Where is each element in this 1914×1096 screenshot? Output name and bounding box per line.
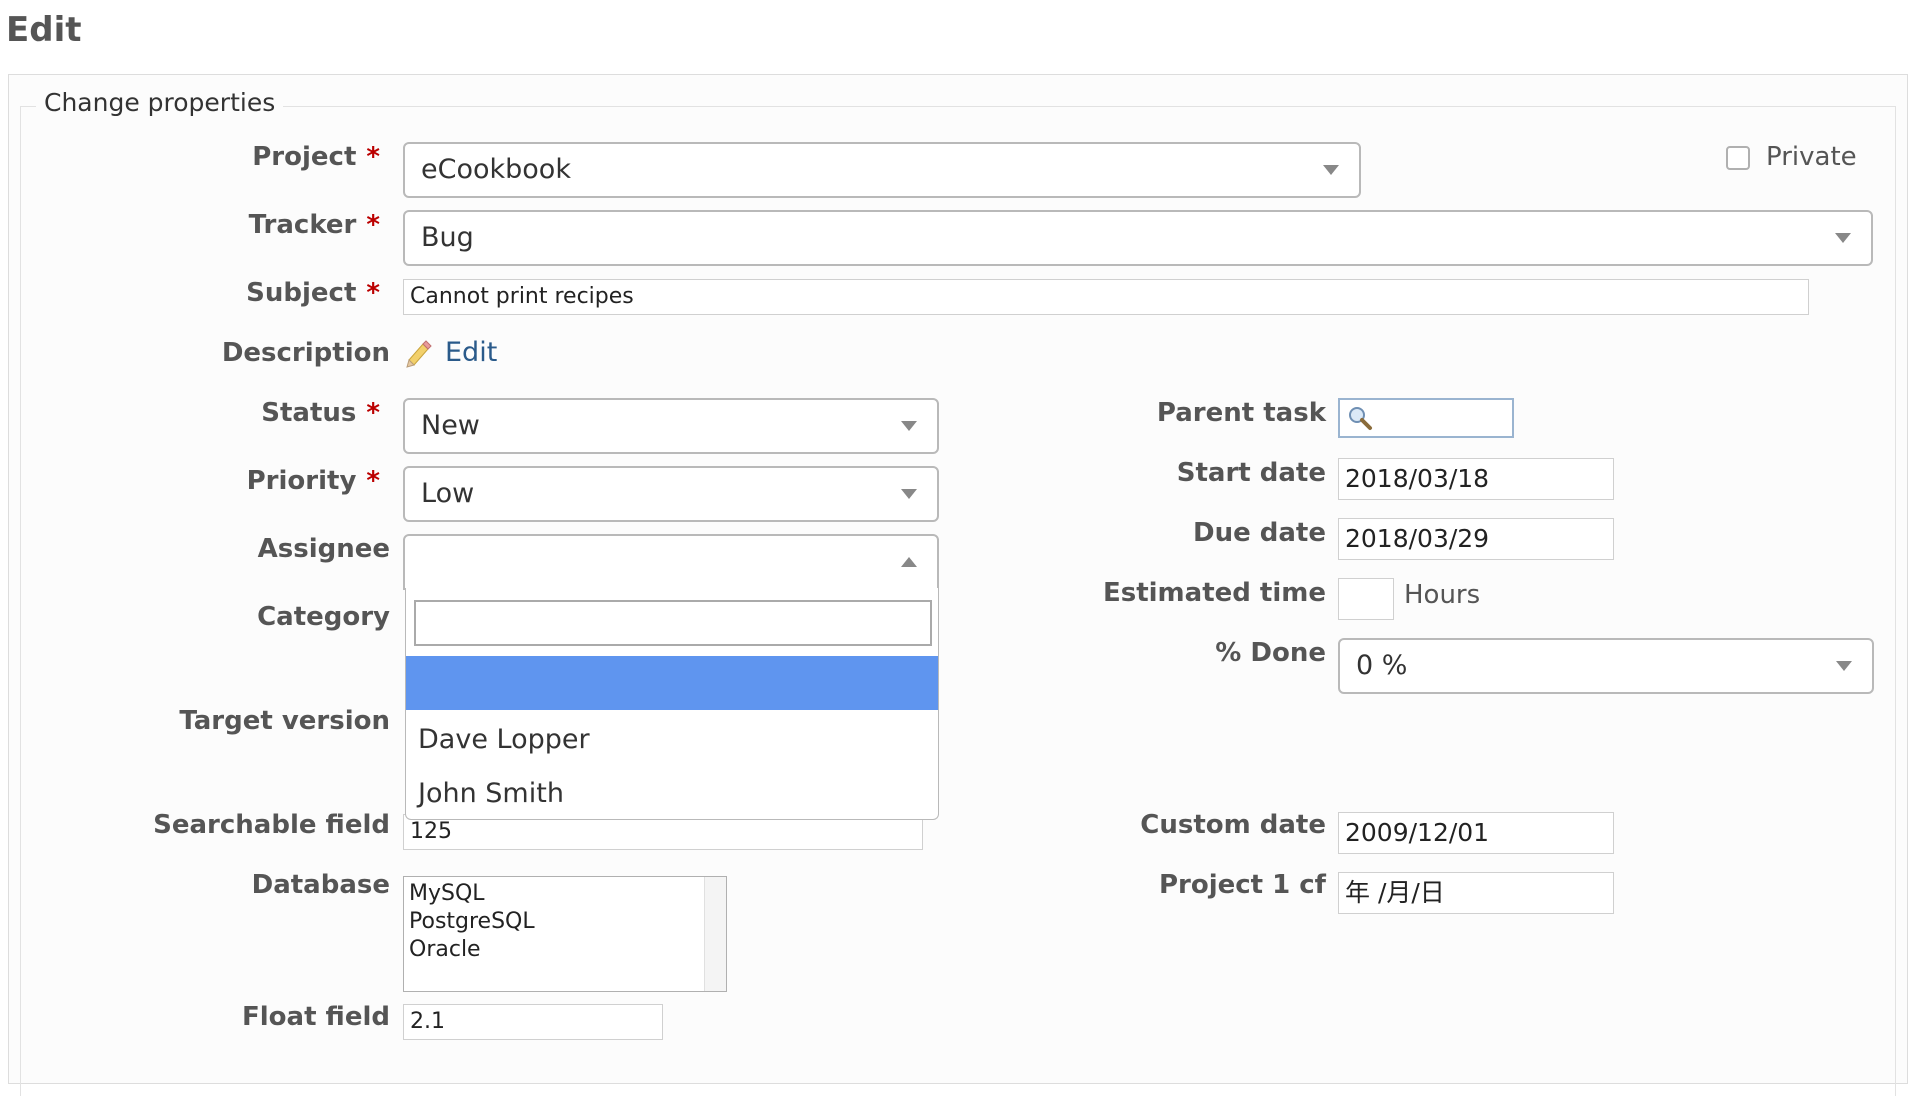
tracker-label-text: Tracker bbox=[248, 210, 357, 240]
done-ratio-value: 0 % bbox=[1356, 650, 1408, 681]
due-date-input[interactable]: 2018/03/29 bbox=[1338, 518, 1614, 560]
assignee-option-dave-lopper[interactable]: Dave Lopper bbox=[418, 724, 590, 755]
required-marker: * bbox=[366, 210, 380, 240]
parent-task-input[interactable] bbox=[1338, 398, 1514, 438]
status-label: Status * bbox=[261, 398, 380, 428]
chevron-down-icon bbox=[1323, 165, 1339, 175]
subject-input[interactable]: Cannot print recipes bbox=[403, 279, 1809, 315]
category-label: Category bbox=[257, 602, 390, 632]
tracker-select[interactable]: Bug bbox=[403, 210, 1873, 266]
assignee-dropdown: Dave Lopper John Smith bbox=[405, 588, 939, 820]
target-version-label: Target version bbox=[179, 706, 390, 736]
chevron-down-icon bbox=[1835, 233, 1851, 243]
float-field-label: Float field bbox=[242, 1002, 390, 1032]
chevron-down-icon bbox=[1836, 661, 1852, 671]
project-1-cf-label: Project 1 cf bbox=[1158, 870, 1326, 900]
custom-date-input[interactable]: 2009/12/01 bbox=[1338, 812, 1614, 854]
project-1-cf-input[interactable]: 年 /月/日 bbox=[1338, 872, 1614, 914]
start-date-input[interactable]: 2018/03/18 bbox=[1338, 458, 1614, 500]
subject-label-text: Subject bbox=[246, 278, 357, 308]
assignee-select[interactable] bbox=[403, 534, 939, 590]
project-select-value: eCookbook bbox=[421, 154, 571, 185]
status-select[interactable]: New bbox=[403, 398, 939, 454]
magnifier-icon bbox=[1346, 404, 1374, 432]
priority-select-value: Low bbox=[421, 478, 475, 509]
description-edit-link[interactable]: Edit bbox=[445, 337, 497, 368]
tracker-label: Tracker * bbox=[249, 210, 380, 240]
searchable-field-label: Searchable field bbox=[153, 810, 390, 840]
estimated-time-unit: Hours bbox=[1404, 580, 1481, 610]
priority-label: Priority * bbox=[247, 466, 380, 496]
start-date-label: Start date bbox=[1176, 458, 1326, 488]
project-label-text: Project bbox=[252, 142, 357, 172]
done-ratio-select[interactable]: 0 % bbox=[1338, 638, 1874, 694]
chevron-down-icon bbox=[901, 489, 917, 499]
due-date-label: Due date bbox=[1193, 518, 1326, 548]
assignee-option-blank[interactable] bbox=[406, 656, 938, 710]
required-marker: * bbox=[366, 398, 380, 428]
database-option[interactable]: MySQL bbox=[409, 880, 721, 908]
database-option[interactable]: Oracle bbox=[409, 936, 721, 964]
estimated-time-label: Estimated time bbox=[1102, 578, 1326, 608]
fieldset-legend: Change properties bbox=[36, 88, 284, 117]
status-label-text: Status bbox=[261, 398, 357, 428]
pencil-icon bbox=[403, 338, 433, 368]
float-field-input[interactable]: 2.1 bbox=[403, 1004, 663, 1040]
tracker-select-value: Bug bbox=[421, 222, 474, 253]
priority-select[interactable]: Low bbox=[403, 466, 939, 522]
parent-task-label: Parent task bbox=[1156, 398, 1326, 428]
database-listbox[interactable]: MySQL PostgreSQL Oracle bbox=[403, 876, 727, 992]
chevron-up-icon bbox=[901, 557, 917, 567]
private-checkbox[interactable] bbox=[1726, 146, 1750, 170]
required-marker: * bbox=[366, 142, 380, 172]
page-title: Edit bbox=[6, 10, 82, 50]
priority-label-text: Priority bbox=[246, 466, 357, 496]
database-label: Database bbox=[251, 870, 390, 900]
assignee-option-john-smith[interactable]: John Smith bbox=[418, 778, 564, 809]
chevron-down-icon bbox=[901, 421, 917, 431]
database-option[interactable]: PostgreSQL bbox=[409, 908, 721, 936]
description-label: Description bbox=[221, 338, 390, 368]
custom-date-label: Custom date bbox=[1140, 810, 1326, 840]
assignee-search-input[interactable] bbox=[414, 600, 932, 646]
listbox-scrollbar[interactable] bbox=[704, 877, 726, 991]
project-label: Project * bbox=[252, 142, 380, 172]
subject-label: Subject * bbox=[246, 278, 380, 308]
assignee-label: Assignee bbox=[257, 534, 390, 564]
done-ratio-label: % Done bbox=[1215, 638, 1326, 668]
description-edit-link-wrap[interactable]: Edit bbox=[403, 337, 497, 368]
required-marker: * bbox=[366, 466, 380, 496]
estimated-time-input[interactable] bbox=[1338, 578, 1394, 620]
status-select-value: New bbox=[421, 410, 480, 441]
project-select[interactable]: eCookbook bbox=[403, 142, 1361, 198]
required-marker: * bbox=[366, 278, 380, 308]
private-label: Private bbox=[1766, 142, 1857, 172]
